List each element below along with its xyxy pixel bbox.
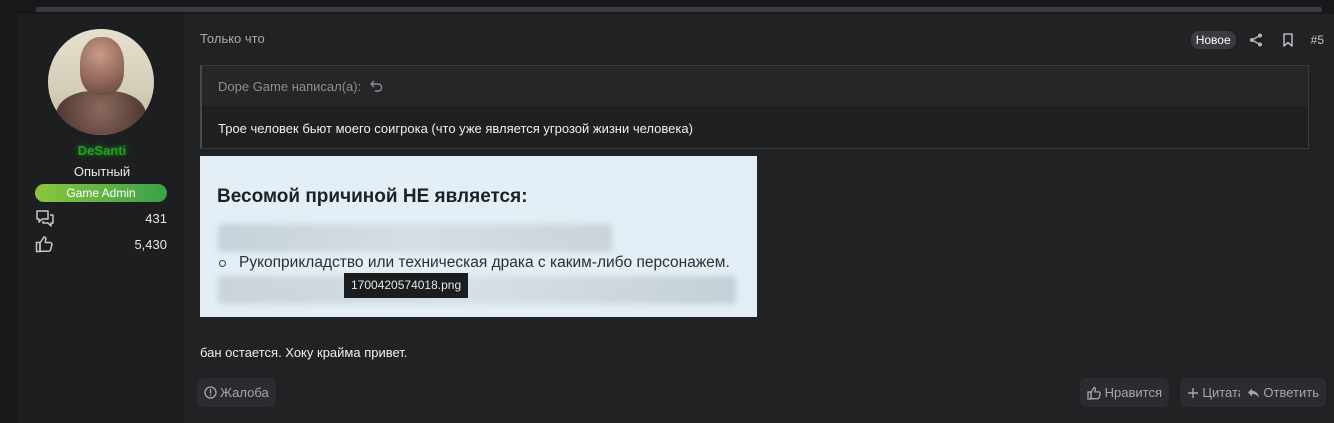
blurred-text-line xyxy=(218,276,736,304)
user-banner: Game Admin xyxy=(35,184,167,202)
thread-top-divider xyxy=(0,0,1334,14)
attachment-bullet: Рукоприкладство или техническая драка с … xyxy=(219,254,730,272)
quote-header[interactable]: Dope Game написал(а): xyxy=(202,66,1308,106)
post-timestamp[interactable]: Только что xyxy=(200,31,265,46)
share-icon[interactable] xyxy=(1247,31,1265,49)
reactions-thumbs-up-icon xyxy=(35,235,55,253)
like-button[interactable]: Нравится xyxy=(1079,378,1169,407)
bullet-dot xyxy=(219,259,226,267)
filename-tooltip: 1700420574018.png xyxy=(344,273,469,298)
post-number-link[interactable]: #5 xyxy=(1311,33,1324,47)
reply-arrow-icon xyxy=(1248,388,1260,397)
attached-image[interactable]: Весомой причиной НЕ является: Рукоприкла… xyxy=(200,156,757,317)
like-label: Нравится xyxy=(1104,385,1162,400)
username-link[interactable]: DeSanti xyxy=(18,143,186,158)
post-main: Только что Новое #5 Dope Game написал(а)… xyxy=(187,14,1334,423)
user-title: Опытный xyxy=(73,164,131,179)
avatar[interactable] xyxy=(48,29,154,135)
reply-label: Ответить xyxy=(1263,385,1319,400)
messages-stat[interactable]: 431 xyxy=(35,208,167,228)
post-user-panel: DeSanti Опытный Game Admin 431 5,430 xyxy=(18,14,186,423)
post-header-actions: Новое #5 xyxy=(1190,30,1324,50)
blurred-text-line xyxy=(218,224,612,252)
reactions-stat[interactable]: 5,430 xyxy=(35,234,167,254)
post-message: бан остается. Хоку крайма привет. xyxy=(200,345,408,360)
messages-count: 431 xyxy=(145,210,167,226)
report-label: Жалоба xyxy=(220,385,269,400)
bookmark-icon[interactable] xyxy=(1279,31,1297,49)
quote-block: Dope Game написал(а): Трое человек бьют … xyxy=(200,65,1309,149)
new-badge: Новое xyxy=(1190,31,1236,49)
report-icon xyxy=(204,386,217,399)
jump-to-quote-icon[interactable] xyxy=(370,80,383,92)
quote-text: Трое человек бьют моего соигрока (что уж… xyxy=(218,121,693,136)
report-button[interactable]: Жалоба xyxy=(197,378,276,407)
quote-label: Цитата xyxy=(1202,385,1245,400)
divider-line xyxy=(36,7,1322,12)
plus-icon xyxy=(1188,387,1199,398)
forum-post: DeSanti Опытный Game Admin 431 5,430 Тол xyxy=(18,14,1334,423)
attachment-bullet-text: Рукоприкладство или техническая драка с … xyxy=(239,254,730,271)
reactions-count: 5,430 xyxy=(134,236,167,252)
thumbs-up-icon xyxy=(1086,386,1101,400)
attachment-heading: Весомой причиной НЕ является: xyxy=(217,186,528,207)
quote-author: Dope Game написал(а): xyxy=(218,78,362,94)
messages-icon xyxy=(35,209,55,227)
reply-button[interactable]: Ответить xyxy=(1240,378,1326,407)
